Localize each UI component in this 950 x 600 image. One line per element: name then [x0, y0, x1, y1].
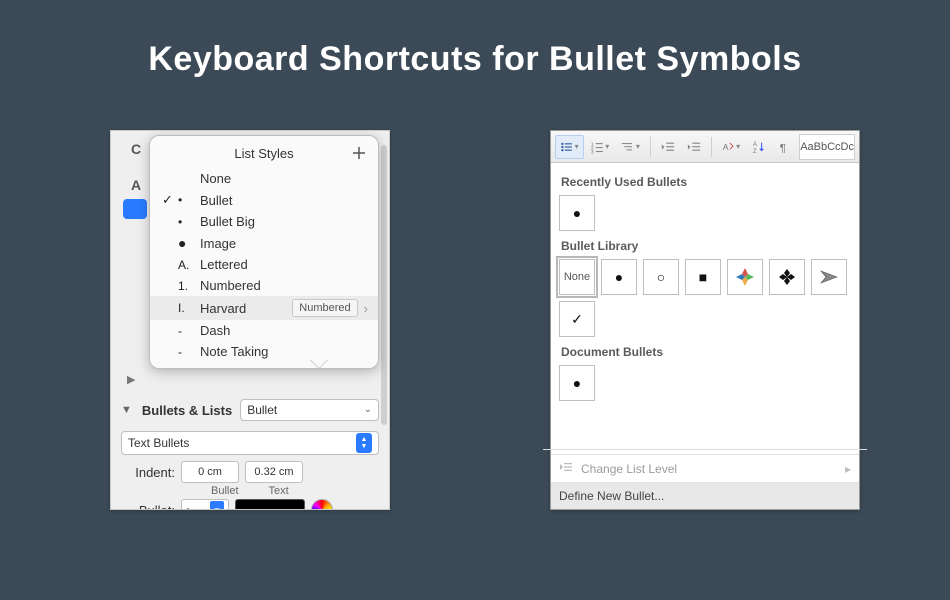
alignment-chip[interactable] — [123, 199, 147, 219]
sort-icon: A Z — [752, 139, 766, 155]
disclosure-down-icon[interactable]: ▼ — [121, 404, 132, 416]
chevron-right-icon: › — [364, 301, 368, 316]
bullet-color-swatch[interactable] — [235, 499, 305, 510]
pilcrow-icon: ¶ — [778, 139, 792, 155]
style-item-image[interactable]: ● Image — [150, 232, 378, 254]
style-item-dash[interactable]: - Dash — [150, 320, 378, 341]
change-list-level-label: Change List Level — [581, 462, 677, 476]
numbering-button[interactable]: 1 2 3 ▾ — [586, 135, 615, 159]
multilevel-button[interactable]: ▾ — [616, 135, 645, 159]
bullets-button[interactable]: ▾ — [555, 135, 584, 159]
svg-text:A: A — [753, 141, 758, 148]
style-item-none[interactable]: None — [150, 168, 378, 189]
section-title: Bullets & Lists — [142, 403, 232, 418]
svg-text:3: 3 — [591, 149, 594, 155]
checkmark-icon: ✓ — [162, 192, 178, 208]
select-value: Text Bullets — [128, 436, 189, 450]
bullet-swatch-circle[interactable]: ○ — [643, 259, 679, 295]
indent-bullet-input[interactable]: 0 cm — [181, 461, 239, 483]
scrollbar[interactable] — [381, 145, 387, 425]
style-label: Note Taking — [200, 344, 268, 359]
font-clear-button[interactable]: A ▾ — [717, 135, 746, 159]
disclosure-collapsed-icon[interactable]: ▶ — [127, 373, 135, 386]
current-style-dropdown[interactable]: Bullet ⌄ — [240, 399, 379, 421]
decrease-indent-button[interactable] — [656, 135, 680, 159]
bg-letter: A — [131, 177, 141, 193]
svg-text:¶: ¶ — [780, 142, 786, 154]
sort-button[interactable]: A Z — [747, 135, 771, 159]
style-label: Lettered — [200, 257, 248, 272]
document-title: Document Bullets — [561, 345, 851, 359]
indent-icon — [559, 461, 573, 476]
style-label: Image — [200, 236, 236, 251]
word-bullet-dropdown: ▾ 1 2 3 ▾ ▾ A — [550, 130, 860, 510]
style-item-numbered[interactable]: 1. Numbered — [150, 275, 378, 296]
increase-indent-icon — [687, 139, 701, 155]
bullet-char-value: • — [186, 503, 190, 510]
bullet-char-label: Bullet: — [121, 503, 175, 511]
define-new-bullet-label: Define New Bullet... — [559, 489, 664, 503]
bullet-swatch-4color[interactable] — [727, 259, 763, 295]
arrowhead-icon — [819, 267, 839, 287]
style-badge: Numbered — [292, 299, 357, 317]
style-item-note-taking[interactable]: - Note Taking — [150, 341, 378, 362]
chevron-down-icon: ⌄ — [364, 405, 372, 415]
style-label: Numbered — [200, 278, 261, 293]
style-item-lettered[interactable]: A. Lettered — [150, 254, 378, 275]
style-item-bullet-big[interactable]: • Bullet Big — [150, 211, 378, 232]
decrease-indent-icon — [661, 139, 675, 155]
sublabel-text: Text — [269, 485, 289, 497]
bullet-swatch-none[interactable]: None — [559, 259, 595, 295]
style-label: Bullet — [200, 193, 233, 208]
style-label: Harvard — [200, 301, 246, 316]
list-styles-popover: List Styles None ✓ • Bullet • Bullet Big… — [149, 135, 379, 369]
increase-indent-button[interactable] — [682, 135, 706, 159]
style-label: Bullet Big — [200, 214, 255, 229]
chevron-right-icon: ▸ — [845, 462, 851, 476]
numbering-icon: 1 2 3 — [591, 139, 604, 155]
mac-inspector-panel: C A ▶ List Styles None ✓ • Bullet • Bull… — [110, 130, 390, 510]
chevron-down-icon: ▼ — [210, 501, 224, 510]
sublabel-bullet: Bullet — [211, 485, 239, 497]
four-diamond-icon — [778, 268, 796, 286]
style-list: None ✓ • Bullet • Bullet Big ● Image A. … — [150, 168, 378, 362]
style-label: None — [200, 171, 231, 186]
indent-label: Indent: — [121, 465, 175, 480]
style-label: Dash — [200, 323, 230, 338]
bullets-icon — [560, 139, 573, 155]
change-list-level-row: Change List Level ▸ — [551, 454, 859, 482]
stepper-icon: ▲▼ — [356, 433, 372, 453]
bullet-char-select[interactable]: • ▼ — [181, 499, 229, 510]
bullet-swatch-arrow[interactable] — [811, 259, 847, 295]
document-bullet-swatch[interactable]: ● — [559, 365, 595, 401]
bullet-swatch-check[interactable]: ✓ — [559, 301, 595, 337]
plus-icon — [351, 145, 367, 161]
bullet-type-select[interactable]: Text Bullets ▲▼ — [121, 431, 379, 455]
recent-bullet-swatch[interactable]: ● — [559, 195, 595, 231]
library-title: Bullet Library — [561, 239, 851, 253]
chevron-down-icon: ▾ — [575, 142, 579, 151]
bullet-swatch-square[interactable]: ■ — [685, 259, 721, 295]
show-marks-button[interactable]: ¶ — [773, 135, 797, 159]
page-title: Keyboard Shortcuts for Bullet Symbols — [0, 0, 950, 79]
bg-letter: C — [131, 141, 141, 157]
add-style-button[interactable] — [350, 144, 368, 162]
bullet-swatch-disc[interactable]: ● — [601, 259, 637, 295]
indent-text-input[interactable]: 0.32 cm — [245, 461, 303, 483]
svg-text:A: A — [722, 142, 728, 152]
ribbon-toolbar: ▾ 1 2 3 ▾ ▾ A — [551, 131, 859, 163]
style-item-harvard[interactable]: I. Harvard Numbered › — [150, 296, 378, 320]
popover-title: List Styles — [178, 146, 350, 161]
four-diamond-color-icon — [736, 268, 754, 286]
svg-text:Z: Z — [753, 148, 757, 155]
bullet-swatch-4diamond[interactable] — [769, 259, 805, 295]
dropdown-value: Bullet — [247, 403, 277, 417]
color-wheel-button[interactable] — [311, 499, 333, 510]
recent-title: Recently Used Bullets — [561, 175, 851, 189]
font-clear-icon: A — [722, 139, 735, 155]
multilevel-icon — [621, 139, 634, 155]
style-item-bullet[interactable]: ✓ • Bullet — [150, 189, 378, 211]
define-new-bullet-row[interactable]: Define New Bullet... — [551, 482, 859, 509]
style-preview[interactable]: AaBbCcDc — [799, 134, 855, 160]
